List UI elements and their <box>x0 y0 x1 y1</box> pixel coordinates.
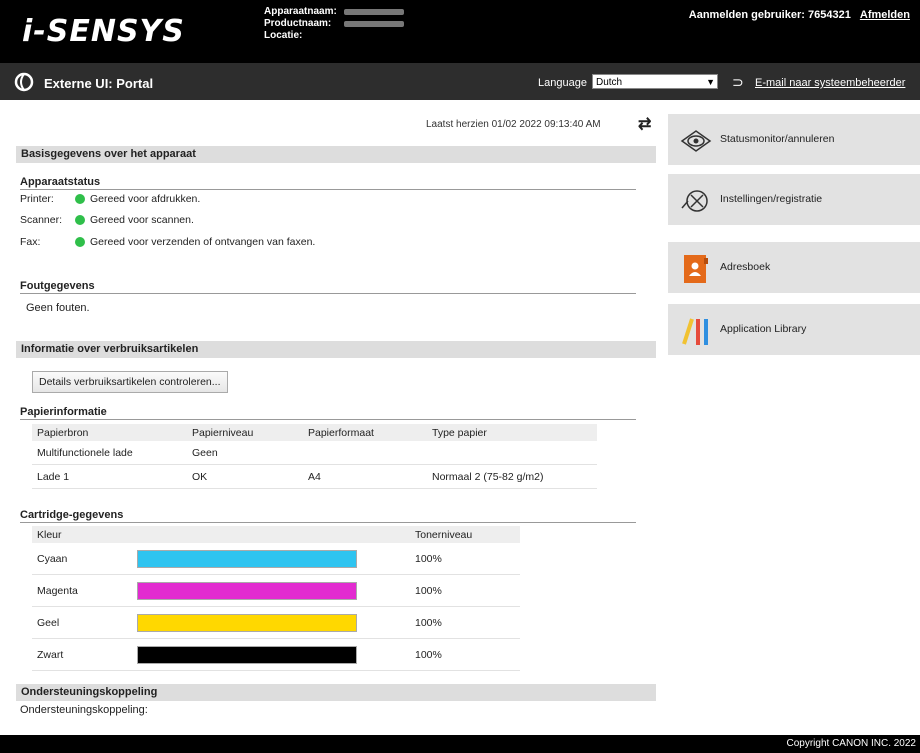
toner-level: 100% <box>410 638 520 671</box>
error-heading: Foutgegevens <box>20 280 636 294</box>
column-header: Papierniveau <box>187 424 303 441</box>
table-header: Papierbron Papierniveau Papierformaat Ty… <box>32 424 597 441</box>
brand-logo: i-SENSYS <box>22 14 185 49</box>
status-ok-icon <box>75 237 85 247</box>
check-consumables-button[interactable]: Details verbruiksartikelen controleren..… <box>32 371 228 393</box>
status-printer: Printer: Gereed voor afdrukken. <box>20 193 200 205</box>
column-header: Type papier <box>427 424 597 441</box>
toner-level: 100% <box>410 543 520 575</box>
nav-bar: Externe UI: Portal Language Dutch ▼ ⊃ E-… <box>0 63 920 100</box>
cartridge-name: Geel <box>32 606 132 639</box>
tile-label: Statusmonitor/annuleren <box>720 133 835 145</box>
status-text: Gereed voor verzenden of ontvangen van f… <box>90 236 316 248</box>
cartridge-name: Zwart <box>32 638 132 671</box>
cartridge-heading: Cartridge-gegevens <box>20 509 636 523</box>
column-header: Papierformaat <box>303 424 427 441</box>
table-cell: A4 <box>303 464 427 489</box>
table-header: Kleur Tonerniveau <box>32 526 520 543</box>
support-label: Ondersteuningskoppeling: <box>20 704 148 716</box>
black-toner-bar <box>137 645 357 664</box>
portal-icon <box>14 72 34 92</box>
device-info: Apparaatnaam: Productnaam: Locatie: <box>264 6 404 42</box>
redacted-value <box>344 9 404 15</box>
user-id: 7654321 <box>807 9 851 21</box>
refresh-icon[interactable]: ⇄ <box>638 114 651 134</box>
status-text: Gereed voor scannen. <box>90 214 194 226</box>
table-cell: Multifunctionele lade <box>32 441 187 465</box>
device-status-heading: Apparaatstatus <box>20 176 636 190</box>
last-updated: Laatst herzien 01/02 2022 09:13:40 AM <box>426 119 601 130</box>
tile-application-library[interactable]: Application Library <box>668 304 920 355</box>
cyan-toner-bar <box>137 549 357 568</box>
status-ok-icon <box>75 194 85 204</box>
table-row: Lade 1 OK A4 Normaal 2 (75-82 g/m2) <box>32 464 597 489</box>
toner-level: 100% <box>410 606 520 639</box>
language-select[interactable]: Dutch ▼ <box>592 74 718 89</box>
status-label: Scanner: <box>20 214 63 226</box>
logout-link[interactable]: Afmelden <box>860 9 910 21</box>
status-label: Printer: <box>20 193 54 205</box>
section-basic: Basisgegevens over het apparaat <box>16 146 656 163</box>
language-label: Language <box>538 77 587 89</box>
table-cell: Lade 1 <box>32 464 187 489</box>
copyright: Copyright CANON INC. 2022 <box>786 738 917 749</box>
tile-settings[interactable]: Instellingen/registratie <box>668 174 920 225</box>
redacted-value <box>344 21 404 27</box>
column-header: Tonerniveau <box>410 526 520 543</box>
product-name-label: Productnaam: <box>264 18 332 29</box>
error-text: Geen fouten. <box>26 302 90 314</box>
section-consumables: Informatie over verbruiksartikelen <box>16 341 656 358</box>
table-cell: Geen <box>187 441 303 465</box>
cartridge-name: Magenta <box>32 574 132 607</box>
login-info: Aanmelden gebruiker: 7654321 Afmelden <box>689 9 910 21</box>
table-row: Cyaan 100% <box>32 543 520 575</box>
language-value: Dutch <box>596 77 623 88</box>
table-row: Multifunctionele lade Geen <box>32 441 597 465</box>
page-title: Externe UI: Portal <box>44 76 154 91</box>
table-cell <box>427 441 597 465</box>
tile-address-book[interactable]: Adresboek <box>668 242 920 293</box>
toner-level: 100% <box>410 574 520 607</box>
yellow-toner-bar <box>137 613 357 632</box>
cartridge-name: Cyaan <box>32 543 132 575</box>
section-support: Ondersteuningskoppeling <box>16 684 656 701</box>
paper-table: Papierbron Papierniveau Papierformaat Ty… <box>32 424 597 489</box>
address-book-icon <box>684 255 708 283</box>
chevron-down-icon: ▼ <box>706 77 715 87</box>
eye-icon <box>680 130 712 152</box>
settings-icon <box>681 190 708 212</box>
status-fax: Fax: Gereed voor verzenden of ontvangen … <box>20 236 315 248</box>
table-cell <box>303 441 427 465</box>
mail-admin-link[interactable]: E-mail naar systeembeheerder <box>755 77 905 89</box>
table-cell: OK <box>187 464 303 489</box>
top-header: i-SENSYS Apparaatnaam: Productnaam: Loca… <box>0 0 920 63</box>
status-text: Gereed voor afdrukken. <box>90 193 201 205</box>
column-header <box>132 526 410 543</box>
device-name-label: Apparaatnaam: <box>264 6 337 17</box>
tile-label: Application Library <box>720 323 807 335</box>
cartridge-table: Kleur Tonerniveau Cyaan 100% Magenta 100… <box>32 526 520 671</box>
status-ok-icon <box>75 215 85 225</box>
column-header: Papierbron <box>32 424 187 441</box>
tile-status-monitor[interactable]: Statusmonitor/annuleren <box>668 114 920 165</box>
library-icon <box>682 318 708 345</box>
login-label: Aanmelden gebruiker: <box>688 9 805 21</box>
tile-label: Adresboek <box>720 261 771 273</box>
table-row: Zwart 100% <box>32 638 520 671</box>
status-label: Fax: <box>20 236 41 248</box>
footer: Copyright CANON INC. 2022 <box>0 735 920 753</box>
tile-label: Instellingen/registratie <box>720 193 823 205</box>
table-row: Magenta 100% <box>32 574 520 607</box>
location-label: Locatie: <box>264 30 303 41</box>
table-row: Geel 100% <box>32 606 520 639</box>
paper-heading: Papierinformatie <box>20 406 636 420</box>
table-cell: Normaal 2 (75-82 g/m2) <box>427 464 597 489</box>
status-scanner: Scanner: Gereed voor scannen. <box>20 214 194 226</box>
mail-icon[interactable]: ⊃ <box>732 74 744 91</box>
column-header: Kleur <box>32 526 132 543</box>
magenta-toner-bar <box>137 581 357 600</box>
